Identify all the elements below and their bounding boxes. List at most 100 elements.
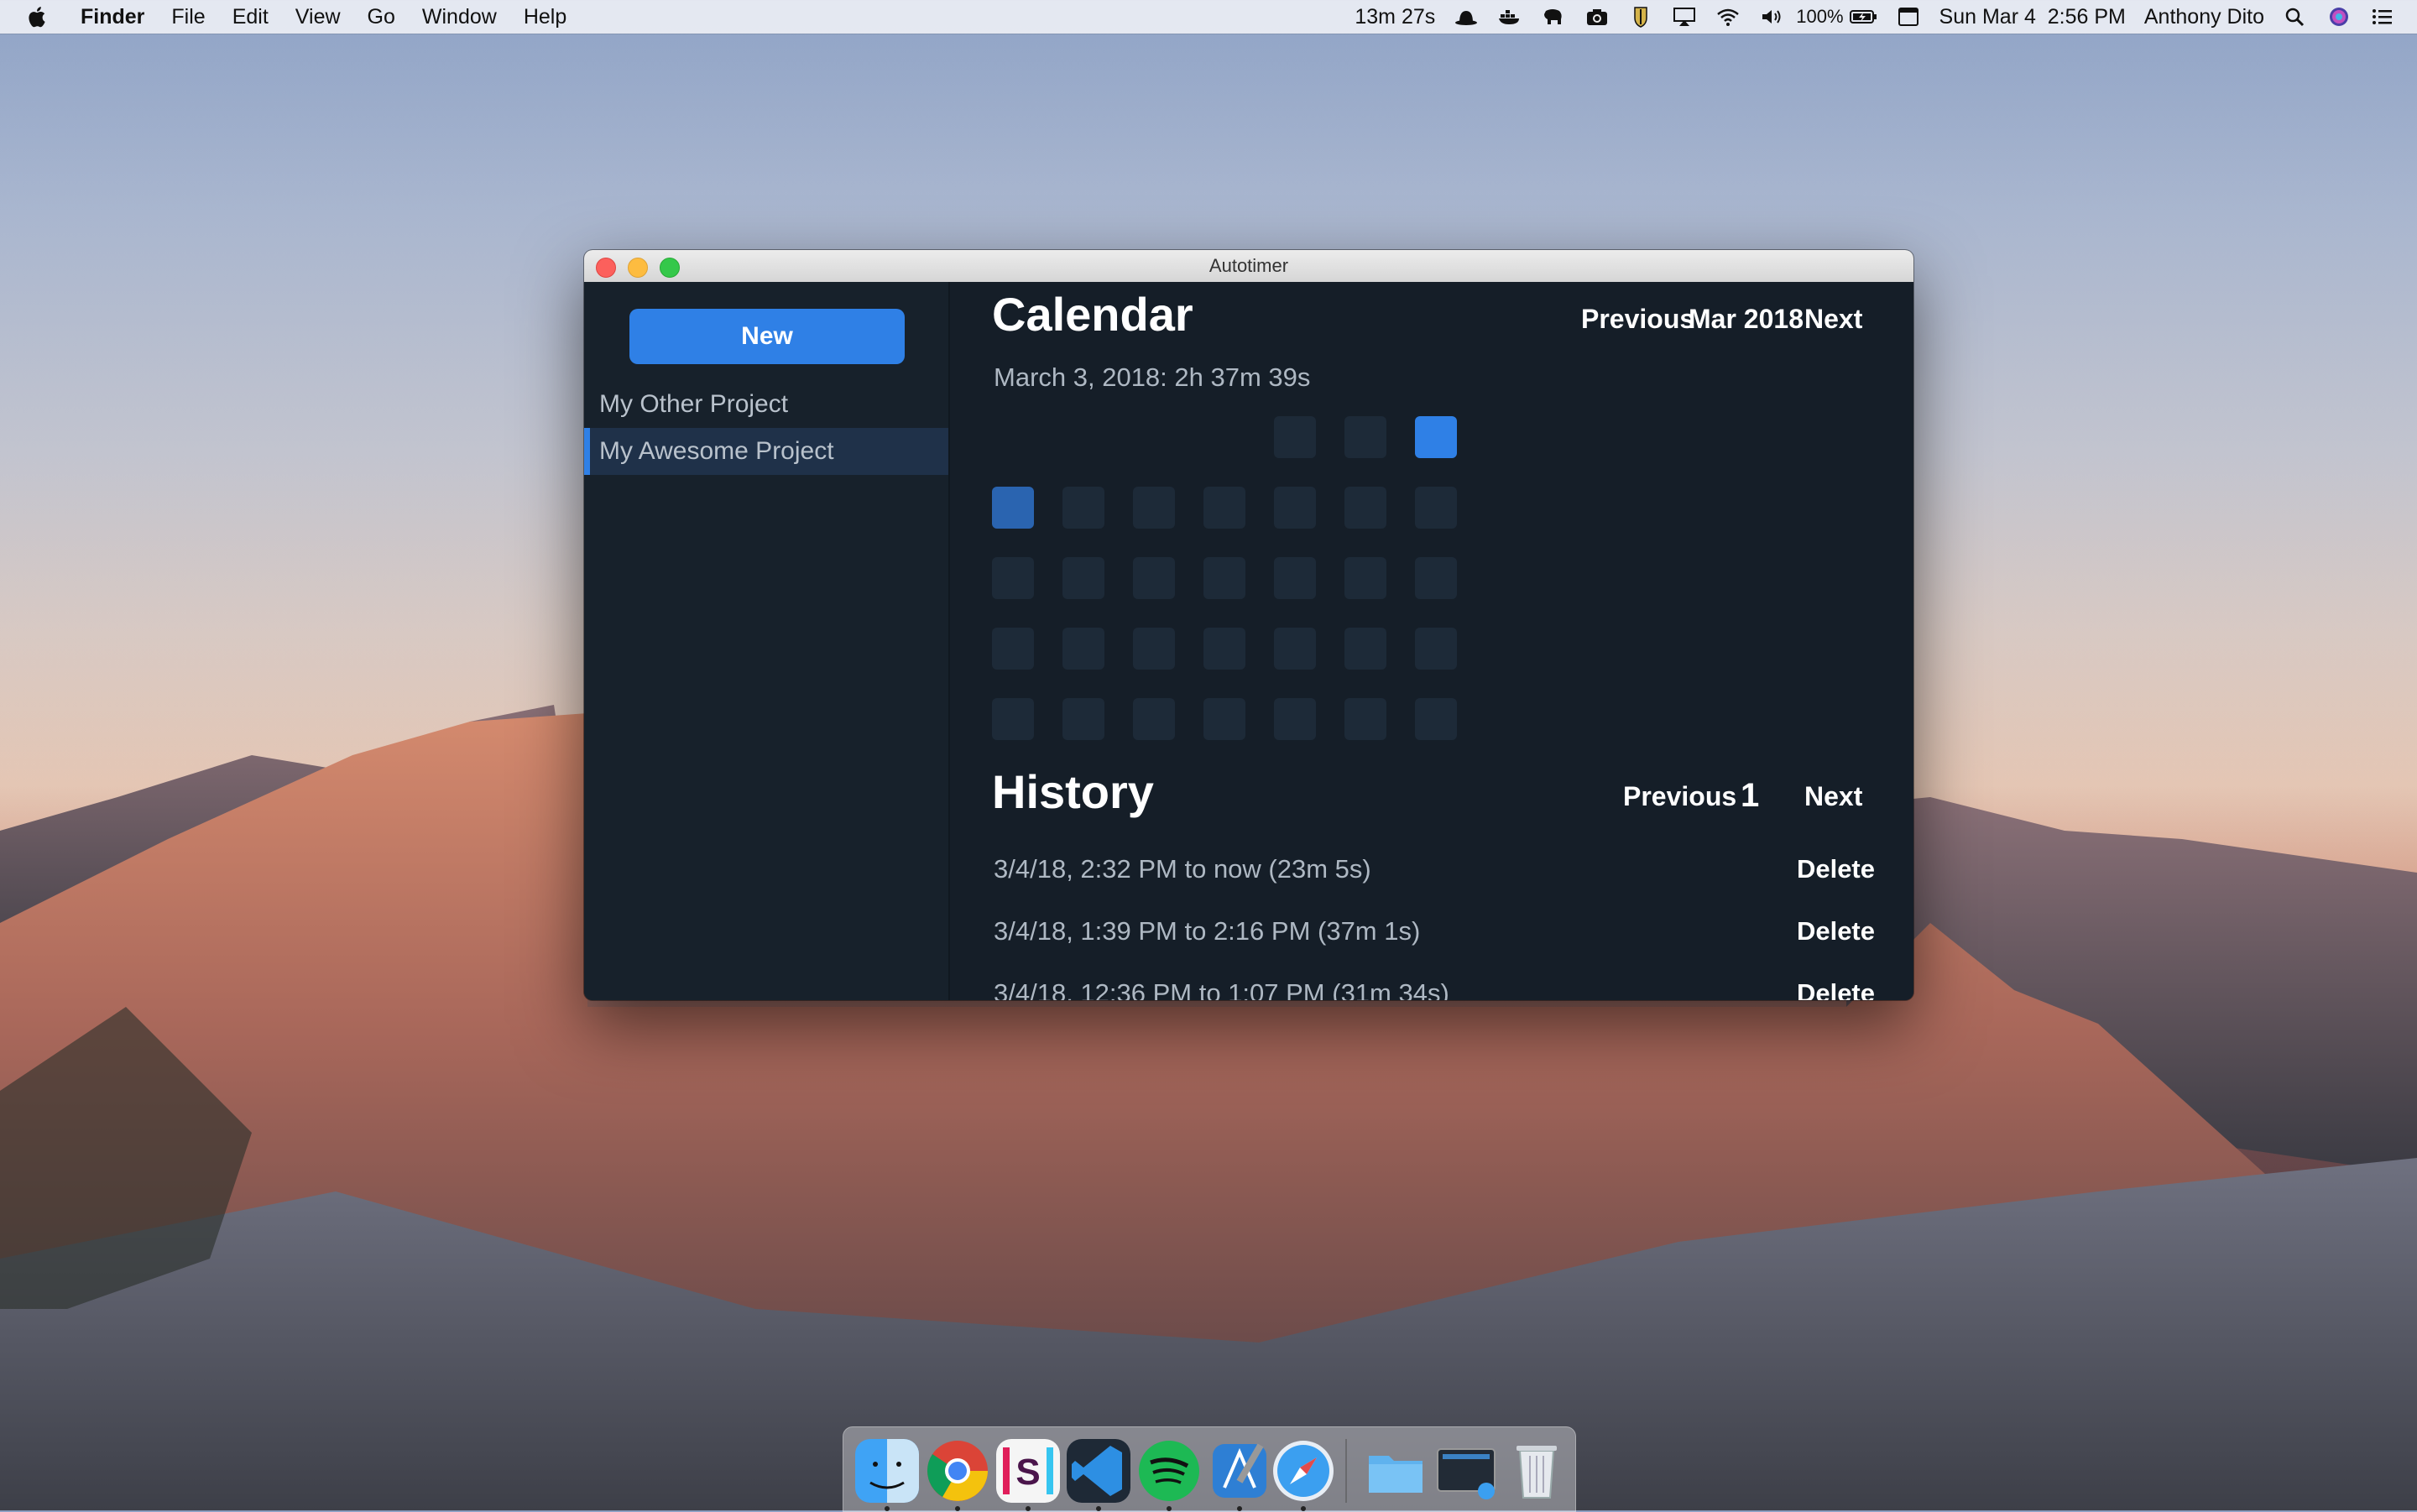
delete-button[interactable]: Delete: [1797, 978, 1875, 1000]
menu-app-name[interactable]: Finder: [81, 5, 144, 29]
calendar-day-15[interactable]: [1274, 557, 1316, 599]
autotimer-window: Autotimer New My Other Project My Awesom…: [584, 250, 1913, 1000]
calendar-day-28[interactable]: [1203, 698, 1245, 740]
chrome-dock-icon[interactable]: [926, 1439, 989, 1503]
menu-file[interactable]: File: [171, 5, 205, 29]
menu-go[interactable]: Go: [368, 5, 395, 29]
timer-status[interactable]: 13m 27s: [1355, 5, 1435, 29]
history-entry-text: 3/4/18, 12:36 PM to 1:07 PM (31m 34s): [994, 978, 1449, 1000]
delete-button[interactable]: Delete: [1797, 916, 1875, 946]
calendar-day-20[interactable]: [1133, 628, 1175, 670]
project-label: My Other Project: [599, 390, 789, 418]
calendar-day-10[interactable]: [1415, 487, 1457, 529]
calendar-day-30[interactable]: [1344, 698, 1386, 740]
apple-menu-icon[interactable]: [25, 5, 47, 29]
bowler-hat-icon[interactable]: [1454, 6, 1479, 28]
minimize-button[interactable]: [628, 258, 648, 278]
volume-icon[interactable]: [1759, 6, 1784, 28]
new-project-button[interactable]: New: [629, 309, 905, 364]
siri-icon[interactable]: [2326, 6, 2352, 28]
calendar-day-27[interactable]: [1133, 698, 1175, 740]
close-button[interactable]: [596, 258, 616, 278]
calendar-next-button[interactable]: Next: [1804, 304, 1862, 335]
window-titlebar[interactable]: Autotimer: [584, 250, 1913, 283]
folder-dock-icon[interactable]: [1364, 1439, 1428, 1503]
calendar-icon[interactable]: [1896, 6, 1921, 28]
docker-icon[interactable]: [1497, 6, 1522, 28]
calendar-day-9[interactable]: [1344, 487, 1386, 529]
calendar-day-26[interactable]: [1062, 698, 1104, 740]
calendar-day-1[interactable]: [1274, 416, 1316, 458]
finder-dock-icon[interactable]: [855, 1439, 919, 1503]
safari-dock-icon[interactable]: [1271, 1439, 1335, 1503]
search-icon[interactable]: [2283, 6, 2308, 28]
elephant-icon[interactable]: [1541, 6, 1566, 28]
history-heading: History: [992, 765, 1154, 818]
svg-text:S: S: [1015, 1452, 1040, 1493]
slack-dock-icon[interactable]: S: [996, 1439, 1060, 1503]
vscode-dock-icon[interactable]: [1067, 1439, 1130, 1503]
menu-edit[interactable]: Edit: [232, 5, 269, 29]
project-item-awesome[interactable]: My Awesome Project: [584, 428, 948, 475]
calendar-day-12[interactable]: [1062, 557, 1104, 599]
calendar-day-24[interactable]: [1415, 628, 1457, 670]
battery-percent[interactable]: 100%: [1796, 6, 1843, 28]
calendar-day-25[interactable]: [992, 698, 1034, 740]
user-name[interactable]: Anthony Dito: [2144, 5, 2264, 29]
menu-help[interactable]: Help: [524, 5, 566, 29]
project-item-other[interactable]: My Other Project: [584, 381, 948, 428]
calendar-day-summary: March 3, 2018: 2h 37m 39s: [994, 362, 1311, 392]
history-previous-button[interactable]: Previous: [1623, 781, 1736, 812]
menu-bar: Finder File Edit View Go Window Help 13m…: [0, 0, 2417, 34]
camera-icon[interactable]: [1584, 6, 1610, 28]
history-entry-text: 3/4/18, 2:32 PM to now (23m 5s): [994, 854, 1371, 884]
calendar-day-7[interactable]: [1203, 487, 1245, 529]
menu-view[interactable]: View: [295, 5, 341, 29]
trash-dock-icon[interactable]: [1505, 1439, 1569, 1503]
airplay-icon[interactable]: [1672, 6, 1697, 28]
screenshot-dock-icon[interactable]: [1434, 1439, 1498, 1503]
shield-icon[interactable]: [1628, 6, 1653, 28]
battery-icon[interactable]: [1849, 6, 1877, 28]
project-label: My Awesome Project: [599, 437, 834, 465]
calendar-day-4[interactable]: [992, 487, 1034, 529]
calendar-day-8[interactable]: [1274, 487, 1316, 529]
calendar-day-11[interactable]: [992, 557, 1034, 599]
calendar-day-16[interactable]: [1344, 557, 1386, 599]
calendar-day-22[interactable]: [1274, 628, 1316, 670]
history-next-button[interactable]: Next: [1804, 781, 1862, 812]
calendar-grid: [992, 416, 1462, 743]
wifi-icon[interactable]: [1715, 6, 1741, 28]
delete-button[interactable]: Delete: [1797, 854, 1875, 884]
calendar-day-3[interactable]: [1415, 416, 1457, 458]
calendar-day-2[interactable]: [1344, 416, 1386, 458]
calendar-month-label: Mar 2018: [1689, 304, 1804, 334]
maximize-button[interactable]: [660, 258, 680, 278]
calendar-day-17[interactable]: [1415, 557, 1457, 599]
history-entry: 3/4/18, 2:32 PM to now (23m 5s) Delete: [994, 854, 1875, 905]
notification-center-icon[interactable]: [2370, 6, 2395, 28]
calendar-previous-button[interactable]: Previous: [1581, 304, 1694, 335]
calendar-day-14[interactable]: [1203, 557, 1245, 599]
date-time[interactable]: Sun Mar 4 2:56 PM: [1939, 5, 2126, 29]
calendar-day-13[interactable]: [1133, 557, 1175, 599]
calendar-heading: Calendar: [992, 288, 1193, 341]
calendar-day-29[interactable]: [1274, 698, 1316, 740]
project-sidebar: New My Other Project My Awesome Project: [584, 282, 950, 1000]
calendar-day-18[interactable]: [992, 628, 1034, 670]
history-entry: 3/4/18, 1:39 PM to 2:16 PM (37m 1s) Dele…: [994, 916, 1875, 967]
history-page-number: 1: [1741, 777, 1760, 814]
calendar-day-6[interactable]: [1133, 487, 1175, 529]
calendar-day-19[interactable]: [1062, 628, 1104, 670]
main-content: Calendar Previous Mar 2018 Next March 3,…: [950, 282, 1913, 1000]
calendar-day-31[interactable]: [1415, 698, 1457, 740]
calendar-day-5[interactable]: [1062, 487, 1104, 529]
menu-window[interactable]: Window: [422, 5, 497, 29]
dock: S: [843, 1426, 1576, 1512]
xcode-dock-icon[interactable]: [1208, 1439, 1271, 1503]
calendar-day-21[interactable]: [1203, 628, 1245, 670]
window-title: Autotimer: [1208, 255, 1289, 276]
dock-separator: [1345, 1439, 1347, 1503]
calendar-day-23[interactable]: [1344, 628, 1386, 670]
spotify-dock-icon[interactable]: [1137, 1439, 1201, 1503]
